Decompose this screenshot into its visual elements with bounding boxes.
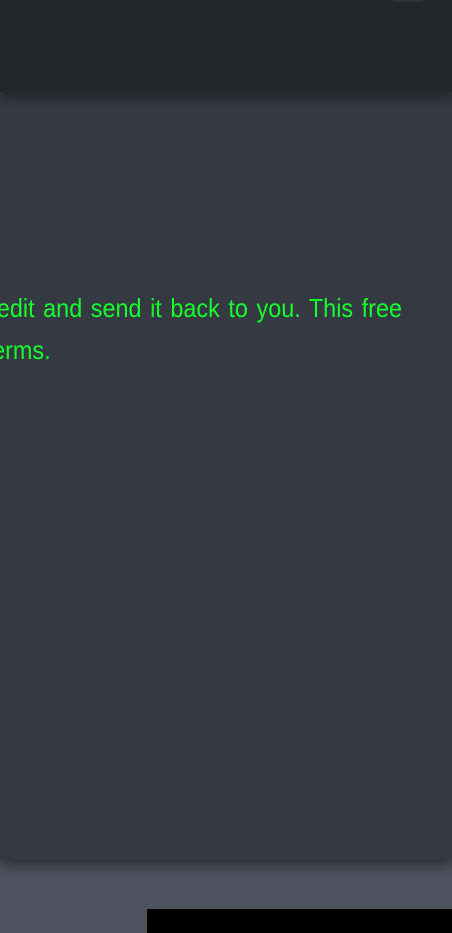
bottom-black-block	[147, 909, 452, 933]
app-screen: Send us a picture and we’ll edit and sen…	[0, 0, 452, 933]
top-bar-corner-shape	[386, 0, 430, 2]
message-panel: Send us a picture and we’ll edit and sen…	[0, 92, 452, 859]
top-bar	[0, 0, 452, 92]
message-text: Send us a picture and we’ll edit and sen…	[0, 293, 402, 365]
